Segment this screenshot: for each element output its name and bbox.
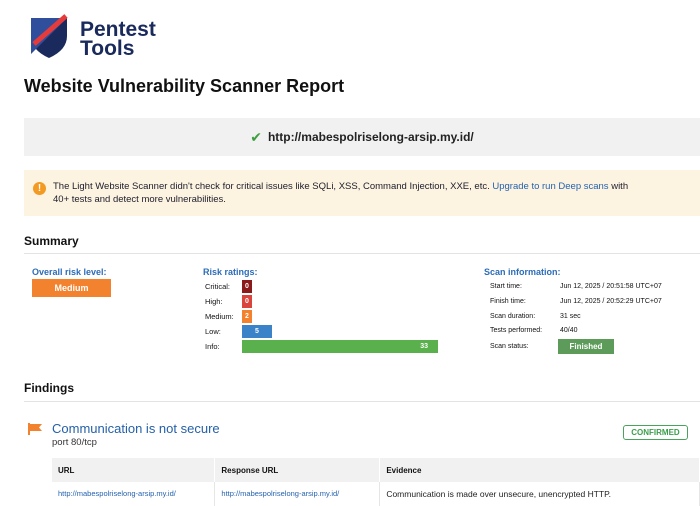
overall-risk-label: Overall risk level:	[32, 267, 107, 277]
col-header-evidence: Evidence	[379, 458, 700, 482]
cell-url[interactable]: http://mabespolriselong-arsip.my.id/	[52, 482, 216, 506]
cell-evidence: Communication is made over unsecure, une…	[379, 482, 700, 506]
confirmed-badge: CONFIRMED	[623, 425, 688, 440]
notice-text-line2: 40+ tests and detect more vulnerabilitie…	[53, 194, 226, 205]
scan-info-key: Finish time:	[490, 298, 526, 305]
notice-text: The Light Website Scanner didn't check f…	[53, 180, 698, 206]
target-bar: ✔ http://mabespolriselong-arsip.my.id/	[24, 118, 700, 156]
col-header-response-url: Response URL	[214, 458, 381, 482]
scan-info-key: Tests performed:	[490, 327, 543, 334]
scan-info-label: Scan information:	[484, 267, 561, 277]
risk-row-medium: Medium: 2	[205, 310, 445, 323]
check-icon: ✔	[250, 128, 262, 145]
risk-bar-info: 33	[242, 340, 438, 353]
summary-title: Summary	[24, 234, 79, 248]
scan-info-value: 31 sec	[560, 313, 581, 320]
scan-info-key: Start time:	[490, 283, 522, 290]
risk-row-label: Low:	[205, 327, 221, 336]
logo-wordmark: Pentest Tools	[80, 19, 156, 60]
scan-status-key: Scan status:	[490, 343, 529, 350]
summary-divider	[24, 253, 700, 254]
upgrade-link[interactable]: Upgrade to run Deep scans	[492, 181, 608, 192]
risk-row-label: High:	[205, 297, 223, 306]
scan-info-value: Jun 12, 2025 / 20:52:29 UTC+07	[560, 298, 662, 305]
risk-row-critical: Critical: 0	[205, 280, 445, 293]
risk-row-label: Medium:	[205, 312, 234, 321]
warning-icon: !	[33, 182, 46, 195]
shield-logo-icon	[31, 14, 68, 58]
scan-info-value: 40/40	[560, 327, 578, 334]
scan-info-value: Jun 12, 2025 / 20:51:58 UTC+07	[560, 283, 662, 290]
finding-table: URL Response URL Evidence http://mabespo…	[52, 458, 700, 506]
risk-row-label: Info:	[205, 342, 220, 351]
scan-info-key: Scan duration:	[490, 313, 536, 320]
risk-row-info: Info: 33	[205, 340, 445, 353]
notice-text-line1: The Light Website Scanner didn't check f…	[53, 181, 490, 192]
pentest-tools-logo[interactable]: Pentest Tools	[28, 14, 188, 64]
col-header-url: URL	[52, 458, 216, 482]
risk-row-label: Critical:	[205, 282, 231, 291]
risk-ratings-label: Risk ratings:	[203, 267, 258, 277]
notice-text-tail: with	[611, 181, 629, 192]
risk-row-low: Low: 5	[205, 325, 445, 338]
risk-row-high: High: 0	[205, 295, 445, 308]
finding-port: port 80/tcp	[52, 437, 97, 448]
overall-risk-badge: Medium	[32, 279, 111, 297]
table-row: http://mabespolriselong-arsip.my.id/ htt…	[52, 482, 700, 506]
logo-line-2: Tools	[80, 37, 135, 60]
risk-bar-low: 5	[242, 325, 272, 338]
risk-bar-critical: 0	[242, 280, 252, 293]
target-url: http://mabespolriselong-arsip.my.id/	[267, 130, 474, 144]
flag-icon	[28, 423, 42, 435]
upgrade-notice: ! The Light Website Scanner didn't check…	[24, 170, 700, 216]
table-header-row: URL Response URL Evidence	[52, 458, 700, 482]
risk-bar-high: 0	[242, 295, 252, 308]
scan-status-badge: Finished	[558, 339, 614, 354]
finding-title[interactable]: Communication is not secure	[52, 421, 220, 436]
risk-bar-medium: 2	[242, 310, 252, 323]
report-title: Website Vulnerability Scanner Report	[24, 76, 345, 96]
cell-response-url[interactable]: http://mabespolriselong-arsip.my.id/	[214, 482, 381, 506]
findings-title: Findings	[24, 381, 74, 395]
findings-divider	[24, 401, 700, 402]
